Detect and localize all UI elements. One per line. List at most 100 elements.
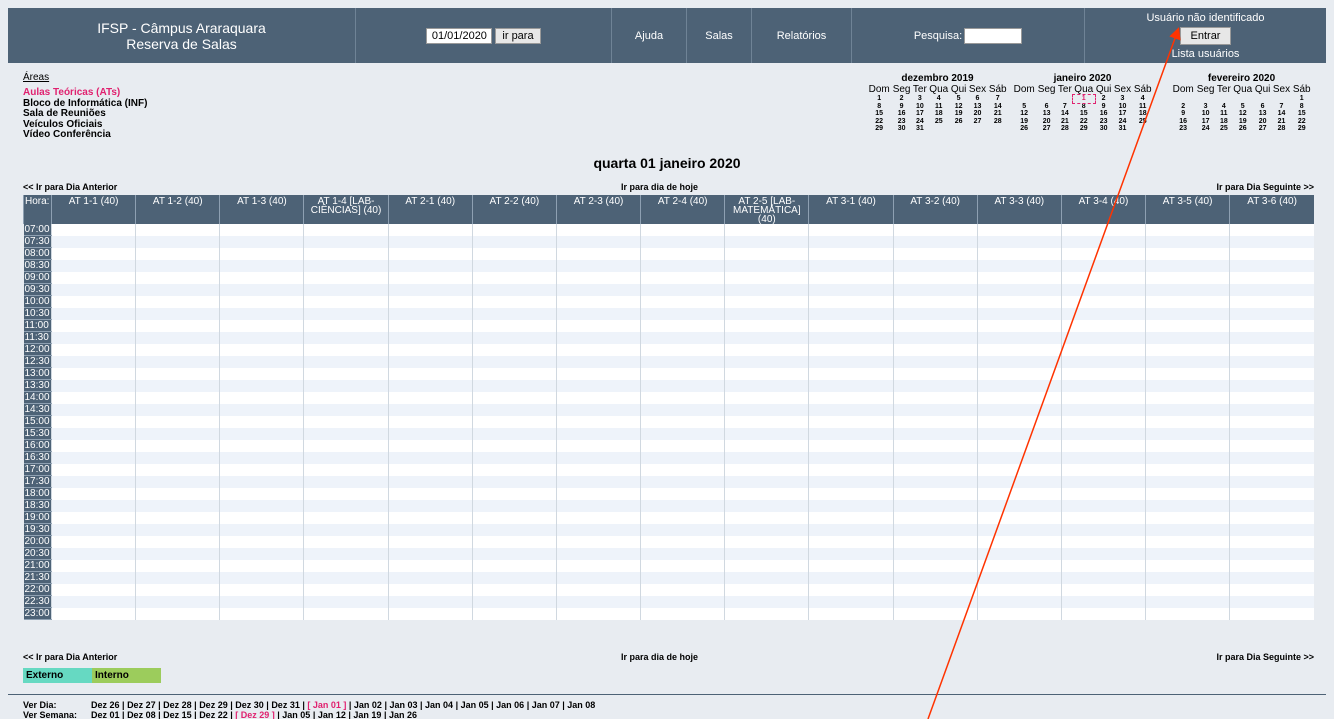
booking-slot[interactable] [1229,487,1314,500]
booking-slot[interactable] [1060,355,1146,368]
calendar-day[interactable]: 5 [1232,103,1254,111]
booking-slot[interactable] [976,379,1062,392]
booking-slot[interactable] [219,427,304,440]
booking-slot[interactable] [892,475,978,488]
booking-slot[interactable] [1145,319,1230,332]
booking-slot[interactable] [471,271,557,284]
booking-slot[interactable] [50,343,136,356]
booking-slot[interactable] [1229,319,1314,332]
booking-slot[interactable] [387,331,473,344]
booking-slot[interactable] [1060,463,1146,476]
footer-date-link[interactable]: Dez 28 [163,700,192,710]
booking-slot[interactable] [50,595,136,608]
booking-slot[interactable] [1060,367,1146,380]
booking-slot[interactable] [1229,379,1314,392]
booking-slot[interactable] [135,451,220,464]
calendar-day[interactable]: 4 [928,95,950,103]
calendar-day[interactable]: 9 [1095,103,1113,111]
calendar-day[interactable]: 10 [1195,110,1216,118]
booking-slot[interactable] [1145,307,1230,320]
booking-slot[interactable] [555,247,641,260]
booking-slot[interactable] [303,499,389,512]
calendar-day[interactable]: 16 [1095,110,1113,118]
booking-slot[interactable] [892,583,978,596]
booking-slot[interactable] [387,463,473,476]
footer-date-link[interactable]: Dez 08 [127,710,156,719]
booking-slot[interactable] [471,487,557,500]
booking-slot[interactable] [808,439,894,452]
booking-slot[interactable] [471,607,557,620]
booking-slot[interactable] [303,511,389,524]
booking-slot[interactable] [303,367,389,380]
calendar-day[interactable]: 13 [968,103,988,111]
booking-slot[interactable] [387,487,473,500]
booking-slot[interactable] [387,403,473,416]
booking-slot[interactable] [1145,583,1230,596]
calendar-day[interactable]: 6 [968,95,988,103]
calendar-day[interactable]: 27 [968,118,988,126]
booking-slot[interactable] [303,523,389,536]
booking-slot[interactable] [387,259,473,272]
calendar-day[interactable]: 29 [1291,125,1312,133]
booking-slot[interactable] [219,235,304,248]
booking-slot[interactable] [50,283,136,296]
booking-slot[interactable] [1060,571,1146,584]
calendar-day[interactable]: 3 [1195,103,1216,111]
booking-slot[interactable] [1229,283,1314,296]
booking-slot[interactable] [976,247,1062,260]
calendar-day[interactable]: 4 [1132,95,1153,103]
booking-slot[interactable] [1229,224,1314,236]
booking-slot[interactable] [303,319,389,332]
booking-slot[interactable] [303,391,389,404]
booking-slot[interactable] [387,283,473,296]
booking-slot[interactable] [1060,307,1146,320]
booking-slot[interactable] [1060,403,1146,416]
booking-slot[interactable] [1229,355,1314,368]
booking-slot[interactable] [808,487,894,500]
booking-slot[interactable] [1229,367,1314,380]
footer-date-link[interactable]: Dez 27 [127,700,156,710]
booking-slot[interactable] [1145,343,1230,356]
booking-slot[interactable] [1229,535,1314,548]
booking-slot[interactable] [135,439,220,452]
booking-slot[interactable] [471,511,557,524]
booking-slot[interactable] [387,295,473,308]
booking-slot[interactable] [892,607,978,620]
calendar-day[interactable]: 1 [1071,94,1096,104]
booking-slot[interactable] [724,583,809,596]
booking-slot[interactable] [1060,547,1146,560]
booking-slot[interactable] [303,607,389,620]
booking-slot[interactable] [303,343,389,356]
booking-slot[interactable] [724,331,809,344]
booking-slot[interactable] [219,523,304,536]
calendar-day[interactable]: 10 [1113,103,1133,111]
calendar-day[interactable]: 6 [1036,103,1057,111]
booking-slot[interactable] [135,415,220,428]
footer-date-link[interactable]: Dez 31 [271,700,300,710]
footer-date-link[interactable]: Jan 03 [389,700,417,710]
booking-slot[interactable] [1229,271,1314,284]
booking-slot[interactable] [50,487,136,500]
booking-slot[interactable] [976,511,1062,524]
booking-slot[interactable] [892,259,978,272]
booking-slot[interactable] [724,415,809,428]
booking-slot[interactable] [808,391,894,404]
booking-slot[interactable] [724,391,809,404]
calendar-day[interactable]: 21 [1057,118,1073,126]
booking-slot[interactable] [555,355,641,368]
booking-slot[interactable] [219,559,304,572]
booking-slot[interactable] [976,523,1062,536]
booking-slot[interactable] [724,607,809,620]
booking-slot[interactable] [808,319,894,332]
booking-slot[interactable] [555,535,641,548]
booking-slot[interactable] [555,259,641,272]
calendar-day[interactable]: 12 [950,103,968,111]
booking-slot[interactable] [1060,235,1146,248]
booking-slot[interactable] [1229,331,1314,344]
calendar-day[interactable]: 17 [1195,118,1216,126]
booking-slot[interactable] [555,499,641,512]
booking-slot[interactable] [808,403,894,416]
calendar-day[interactable]: 16 [1171,118,1195,126]
booking-slot[interactable] [724,247,809,260]
booking-slot[interactable] [976,535,1062,548]
